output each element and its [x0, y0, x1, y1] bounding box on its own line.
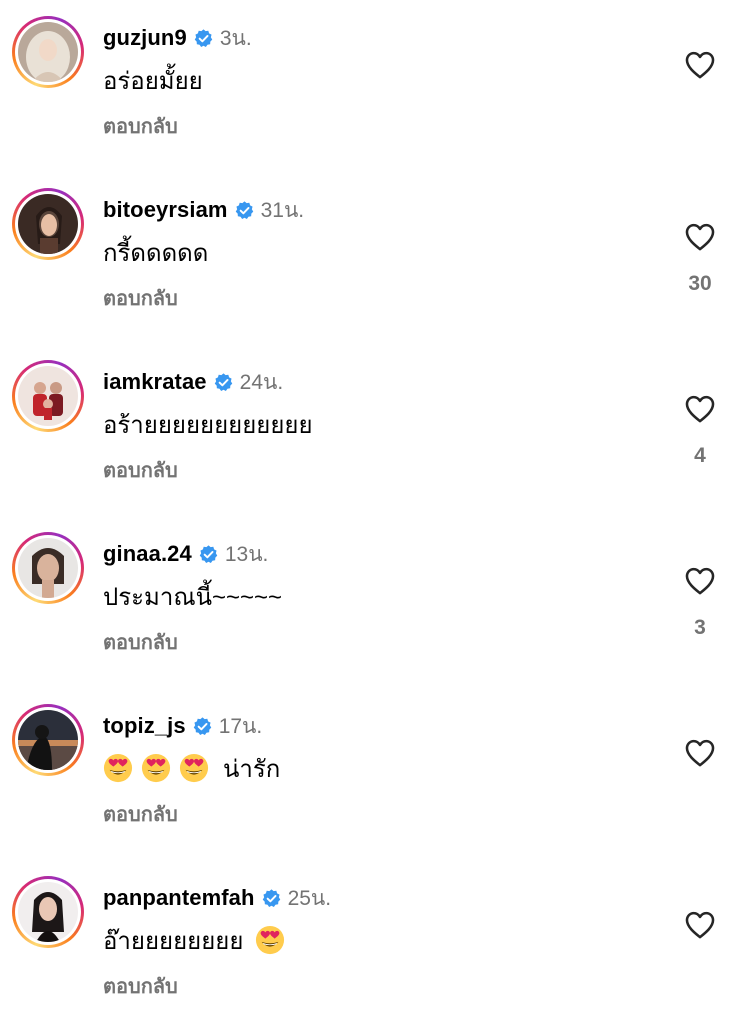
reply-button[interactable]: ตอบกลับ [103, 282, 178, 314]
heart-eyes-emoji [141, 753, 171, 783]
comment-header: iamkratae 24น. [103, 366, 283, 398]
avatar-story-ring[interactable] [12, 360, 84, 432]
comment-text: น่ารัก [103, 750, 280, 786]
like-count[interactable]: 3 [660, 616, 740, 640]
timestamp: 31น. [260, 198, 305, 222]
timestamp: 25น. [287, 886, 332, 910]
comment-text: ประมาณนี้~~~~~ [103, 578, 282, 614]
avatar-story-ring[interactable] [12, 16, 84, 88]
comment-item: iamkratae 24น. อร้ายยยยยยยยยยยย ตอบกลับ … [0, 344, 754, 516]
avatar-story-ring[interactable] [12, 704, 84, 776]
comment-header: guzjun9 3น. [103, 22, 252, 54]
heart-outline-icon[interactable] [681, 564, 719, 598]
comment-item: panpantemfah 25น. อ๊ายยยยยยยย ตอบกลับ [0, 860, 754, 1032]
heart-outline-icon[interactable] [681, 392, 719, 426]
avatar[interactable] [18, 194, 78, 254]
verified-badge-icon [193, 28, 214, 49]
avatar-story-ring[interactable] [12, 188, 84, 260]
comment-item: guzjun9 3น. อร่อยมั้ยย ตอบกลับ [0, 0, 754, 172]
verified-badge-icon [234, 200, 255, 221]
comment-body: กรี้ดดดดด [103, 239, 209, 267]
avatar-story-ring[interactable] [12, 876, 84, 948]
comment-item: topiz_js 17น. น่ารัก ตอบกลับ [0, 688, 754, 860]
comment-body: ประมาณนี้~~~~~ [103, 583, 283, 611]
comment-body: อ๊ายยยยยยยย [103, 927, 244, 955]
comment-text: อ๊ายยยยยยยย [103, 922, 293, 958]
username[interactable]: panpantemfah [103, 885, 255, 911]
comment-body: อร้ายยยยยยยยยยยย [103, 411, 313, 439]
comment-body: อร่อยมั้ยย [103, 67, 203, 95]
reply-button[interactable]: ตอบกลับ [103, 454, 178, 486]
like-count[interactable]: 30 [660, 272, 740, 296]
comment-header: topiz_js 17น. [103, 710, 262, 742]
avatar[interactable] [18, 710, 78, 770]
avatar[interactable] [18, 882, 78, 942]
heart-eyes-emoji [103, 753, 133, 783]
comment-text: อร้ายยยยยยยยยยยย [103, 406, 313, 442]
avatar[interactable] [18, 366, 78, 426]
heart-outline-icon[interactable] [681, 736, 719, 770]
comment-header: panpantemfah 25น. [103, 882, 331, 914]
avatar-story-ring[interactable] [12, 532, 84, 604]
timestamp: 3น. [219, 26, 252, 50]
verified-badge-icon [198, 544, 219, 565]
comment-header: ginaa.24 13น. [103, 538, 268, 570]
avatar[interactable] [18, 22, 78, 82]
verified-badge-icon [213, 372, 234, 393]
username[interactable]: guzjun9 [103, 25, 187, 51]
heart-outline-icon[interactable] [681, 48, 719, 82]
username[interactable]: iamkratae [103, 369, 207, 395]
heart-outline-icon[interactable] [681, 220, 719, 254]
heart-outline-icon[interactable] [681, 908, 719, 942]
verified-badge-icon [192, 716, 213, 737]
username[interactable]: topiz_js [103, 713, 186, 739]
comment-text: อร่อยมั้ยย [103, 62, 203, 98]
comment-header: bitoeyrsiam 31น. [103, 194, 304, 226]
timestamp: 17น. [218, 714, 263, 738]
comment-body: น่ารัก [223, 755, 281, 783]
comment-item: bitoeyrsiam 31น. กรี้ดดดดด ตอบกลับ 30 [0, 172, 754, 344]
reply-button[interactable]: ตอบกลับ [103, 798, 178, 830]
timestamp: 24น. [239, 370, 284, 394]
heart-eyes-emoji [255, 925, 285, 955]
avatar[interactable] [18, 538, 78, 598]
heart-eyes-emoji [179, 753, 209, 783]
comment-item: ginaa.24 13น. ประมาณนี้~~~~~ ตอบกลับ 3 [0, 516, 754, 688]
like-count[interactable]: 4 [660, 444, 740, 468]
verified-badge-icon [261, 888, 282, 909]
comment-text: กรี้ดดดดด [103, 234, 208, 270]
reply-button[interactable]: ตอบกลับ [103, 110, 178, 142]
reply-button[interactable]: ตอบกลับ [103, 626, 178, 658]
timestamp: 13น. [224, 542, 269, 566]
reply-button[interactable]: ตอบกลับ [103, 970, 178, 1002]
username[interactable]: ginaa.24 [103, 541, 192, 567]
username[interactable]: bitoeyrsiam [103, 197, 228, 223]
